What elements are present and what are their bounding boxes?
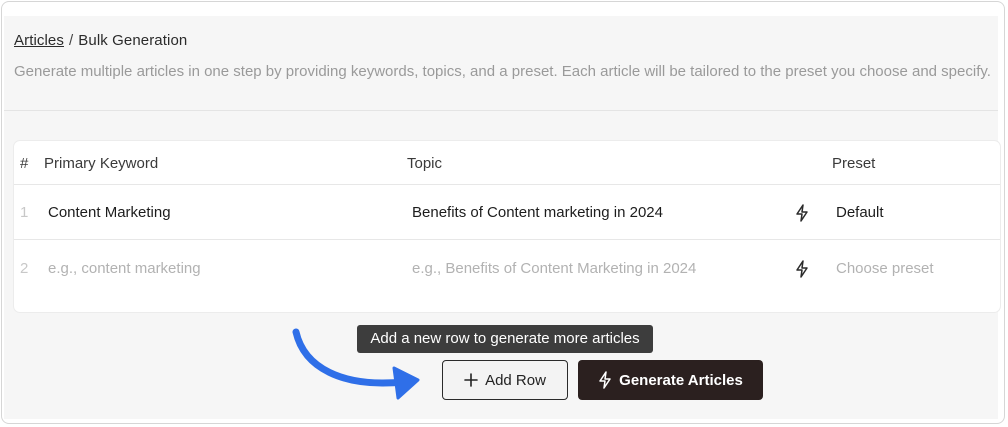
column-header-keyword: Primary Keyword: [44, 155, 159, 172]
plus-icon: [464, 373, 478, 387]
bolt-icon[interactable]: [795, 260, 809, 278]
add-row-button[interactable]: Add Row: [442, 360, 568, 400]
add-row-tooltip: Add a new row to generate more articles: [357, 325, 653, 353]
bolt-icon: [599, 371, 611, 389]
keyword-input[interactable]: Content Marketing: [48, 204, 171, 221]
breadcrumb-articles-link[interactable]: Articles: [14, 32, 64, 49]
preset-select[interactable]: Default: [836, 204, 884, 221]
row-index: 2: [20, 260, 29, 277]
generate-articles-label: Generate Articles: [619, 371, 743, 389]
bolt-icon[interactable]: [795, 204, 809, 222]
bulk-table: # Primary Keyword Topic Preset 1 Content…: [14, 141, 1000, 312]
preset-select[interactable]: Choose preset: [836, 260, 934, 277]
column-header-preset: Preset: [832, 155, 876, 172]
keyword-input[interactable]: e.g., content marketing: [48, 260, 201, 277]
page-description: Generate multiple articles in one step b…: [14, 63, 991, 80]
breadcrumb-current: Bulk Generation: [78, 32, 188, 49]
row-divider: [14, 239, 1000, 240]
column-header-index: #: [20, 155, 29, 172]
row-divider: [14, 184, 1000, 185]
app-frame: Articles / Bulk Generation Generate multip…: [1, 1, 1005, 424]
add-row-label: Add Row: [485, 371, 546, 389]
breadcrumb-separator: /: [68, 32, 74, 49]
header-divider: [4, 110, 998, 111]
column-header-topic: Topic: [407, 155, 443, 172]
row-index: 1: [20, 204, 29, 221]
topic-input[interactable]: e.g., Benefits of Content Marketing in 2…: [412, 260, 696, 277]
generate-articles-button[interactable]: Generate Articles: [578, 360, 763, 400]
topic-input[interactable]: Benefits of Content marketing in 2024: [412, 204, 663, 221]
breadcrumb: Articles / Bulk Generation: [14, 32, 187, 49]
